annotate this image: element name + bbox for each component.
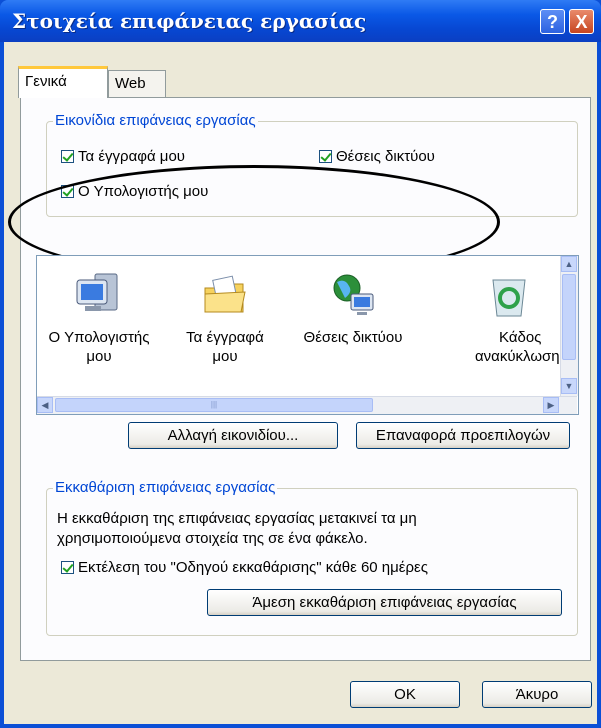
checkbox-my-documents-box[interactable] bbox=[61, 150, 74, 163]
icon-label-my-documents-line2: μου bbox=[212, 348, 238, 365]
ok-button[interactable]: OK bbox=[350, 681, 460, 708]
checkbox-cleanup-wizard[interactable]: Εκτέλεση του "Οδηγού εκκαθάρισης" κάθε 6… bbox=[61, 559, 428, 576]
checkbox-network-places[interactable]: Θέσεις δικτύου bbox=[319, 148, 435, 165]
icon-label-my-documents-line1: Τα έγγραφά bbox=[186, 329, 264, 346]
icon-list-horizontal-scrollbar[interactable]: ◀ ||| ▶ bbox=[37, 396, 577, 414]
cancel-button[interactable]: Άκυρο bbox=[482, 681, 592, 708]
checkbox-network-places-box[interactable] bbox=[319, 150, 332, 163]
scroll-right-arrow-icon[interactable]: ▶ bbox=[543, 397, 559, 413]
checkbox-my-computer[interactable]: Ο Υπολογιστής μου bbox=[61, 183, 208, 200]
scroll-up-arrow-icon[interactable]: ▲ bbox=[561, 256, 577, 272]
my-documents-icon bbox=[204, 275, 246, 313]
vertical-scroll-thumb[interactable] bbox=[562, 274, 576, 360]
tab-general[interactable]: Γενικά bbox=[18, 66, 108, 98]
my-computer-icon bbox=[76, 273, 118, 311]
recycle-bin-icon bbox=[492, 279, 526, 317]
network-places-icon bbox=[333, 274, 374, 315]
scroll-left-arrow-icon[interactable]: ◀ bbox=[37, 397, 53, 413]
icon-label-recycle-bin-line2: ανακύκλωσης bbox=[475, 348, 567, 365]
dialog-window: Στοιχεία επιφάνειας εργασίας ? X Γενικά … bbox=[0, 0, 601, 728]
dialog-client-area: Γενικά Web Εικονίδια επιφάνειας εργασίας… bbox=[4, 42, 597, 724]
icon-list-vertical-scrollbar[interactable]: ▲ ▼ bbox=[560, 256, 578, 396]
icon-item-network-places[interactable]: Θέσεις δικτύου bbox=[293, 270, 413, 347]
cleanup-description-line2: χρησιμοποιούμενα στοιχεία της σε ένα φάκ… bbox=[57, 530, 368, 547]
icon-item-my-computer[interactable]: Ο Υπολογιστής μου bbox=[39, 270, 159, 366]
icon-item-my-documents[interactable]: Τα έγγραφά μου bbox=[165, 270, 285, 366]
checkbox-my-documents[interactable]: Τα έγγραφά μου bbox=[61, 148, 185, 165]
checkbox-my-computer-box[interactable] bbox=[61, 185, 74, 198]
checkbox-my-documents-label: Τα έγγραφά μου bbox=[78, 148, 185, 165]
icon-label-my-computer-line1: Ο Υπολογιστής bbox=[48, 329, 150, 346]
icon-label-recycle-bin-line1: Κάδος bbox=[499, 329, 542, 346]
cleanup-description-line1: Η εκκαθάριση της επιφάνειας εργασίας μετ… bbox=[57, 510, 417, 527]
checkbox-cleanup-wizard-label: Εκτέλεση του "Οδηγού εκκαθάρισης" κάθε 6… bbox=[78, 559, 428, 576]
tab-web[interactable]: Web bbox=[108, 70, 166, 97]
title-bar[interactable]: Στοιχεία επιφάνειας εργασίας ? X bbox=[0, 0, 601, 42]
change-icon-button[interactable]: Αλλαγή εικονιδίου... bbox=[128, 422, 338, 449]
checkbox-network-places-label: Θέσεις δικτύου bbox=[336, 148, 435, 165]
desktop-cleanup-group: Εκκαθάριση επιφάνειας εργασίας Η εκκαθάρ… bbox=[46, 479, 578, 636]
window-title: Στοιχεία επιφάνειας εργασίας bbox=[12, 9, 367, 33]
icon-item-recycle-bin[interactable]: Κάδος ανακύκλωσης bbox=[437, 270, 567, 366]
icon-list[interactable]: Ο Υπολογιστής μου Τα έγγραφά μου Θέσεις … bbox=[36, 255, 579, 415]
horizontal-scroll-thumb[interactable]: ||| bbox=[55, 398, 373, 412]
restore-default-button[interactable]: Επαναφορά προεπιλογών bbox=[356, 422, 570, 449]
desktop-icons-group-label: Εικονίδια επιφάνειας εργασίας bbox=[53, 112, 258, 129]
scroll-down-arrow-icon[interactable]: ▼ bbox=[561, 378, 577, 394]
cleanup-now-button[interactable]: Άμεση εκκαθάριση επιφάνειας εργασίας bbox=[207, 589, 562, 616]
desktop-cleanup-group-label: Εκκαθάριση επιφάνειας εργασίας bbox=[53, 479, 278, 496]
close-button[interactable]: X bbox=[569, 9, 594, 34]
help-button[interactable]: ? bbox=[540, 9, 565, 34]
desktop-icons-group: Εικονίδια επιφάνειας εργασίας Τα έγγραφά… bbox=[46, 112, 578, 217]
icon-label-network-places: Θέσεις δικτύου bbox=[303, 329, 403, 346]
checkbox-my-computer-label: Ο Υπολογιστής μου bbox=[78, 183, 209, 200]
checkbox-cleanup-wizard-box[interactable] bbox=[61, 561, 74, 574]
icon-label-my-computer-line2: μου bbox=[86, 348, 112, 365]
